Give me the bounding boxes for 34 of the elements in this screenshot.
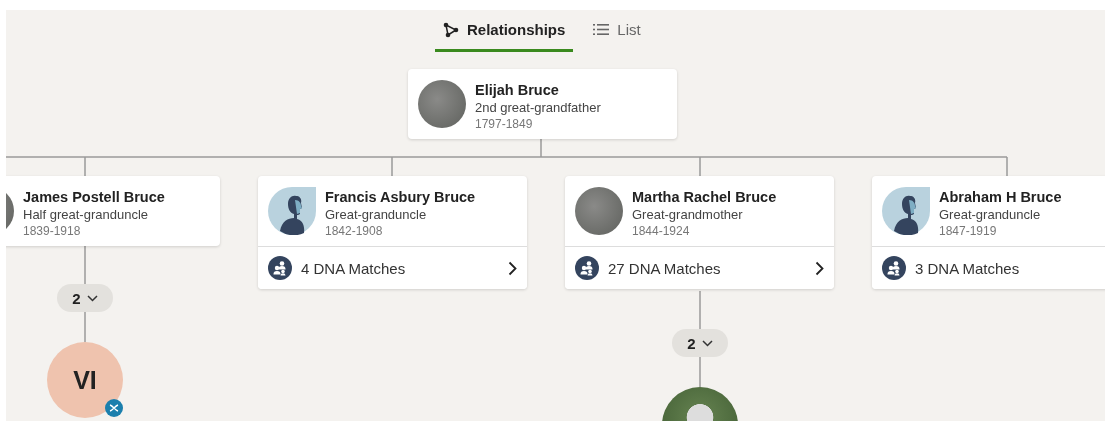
dna-matches-link[interactable]: 27 DNA Matches (565, 246, 834, 289)
life-years: 1844-1924 (632, 224, 691, 238)
person-silhouette-icon (268, 187, 316, 235)
initials-avatar[interactable]: VI (47, 342, 123, 418)
person-silhouette-icon (882, 187, 930, 235)
photo-placeholder (418, 80, 466, 128)
list-icon (593, 23, 610, 36)
people-icon (882, 256, 906, 280)
person-name[interactable]: Martha Rachel Bruce (632, 189, 777, 205)
view-tab[interactable]: List (585, 10, 649, 52)
relationship-label: 2nd great-grandfather (475, 100, 601, 115)
relationship-label: Great-grandmother (632, 207, 744, 222)
person-name[interactable]: James Postell Bruce (23, 189, 165, 205)
life-years: 1797-1849 (475, 117, 534, 131)
photo-placeholder (575, 187, 623, 235)
life-years: 1842-1908 (325, 224, 384, 238)
network-icon (443, 21, 459, 38)
descendants-toggle[interactable]: 2 (57, 284, 113, 312)
person-name[interactable]: Francis Asbury Bruce (325, 189, 476, 205)
chevron-down-icon (86, 294, 98, 302)
relationship-label: Great-granduncle (939, 207, 1042, 222)
dna-matches-link[interactable]: 4 DNA Matches (258, 246, 527, 289)
chevron-down-icon (701, 339, 713, 347)
person-name[interactable]: Abraham H Bruce (939, 189, 1062, 205)
people-icon (268, 256, 292, 280)
dna-matches-link[interactable]: 3 DNA Matches (872, 246, 1105, 289)
people-icon (575, 256, 599, 280)
descendants-toggle[interactable]: 2 (672, 329, 728, 357)
relationship-label: Half great-granduncle (23, 207, 150, 222)
life-years: 1847-1919 (939, 224, 998, 238)
life-years: 1839-1918 (23, 224, 82, 238)
relationship-label: Great-granduncle (325, 207, 428, 222)
person-name[interactable]: Elijah Bruce (475, 82, 601, 98)
view-tab[interactable]: Relationships (435, 10, 574, 52)
